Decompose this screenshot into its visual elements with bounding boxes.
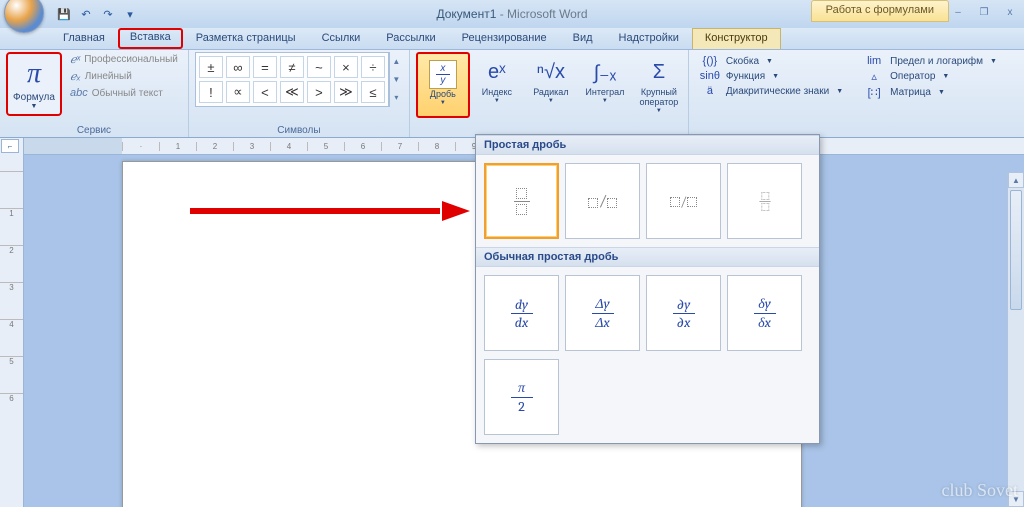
- formula-button[interactable]: π Формула ▼: [6, 52, 62, 116]
- professional-button[interactable]: ℯˣПрофессиональный: [66, 52, 182, 67]
- fraction-delta-y-x[interactable]: ΔyΔx: [565, 275, 640, 351]
- symbol-cell[interactable]: ÷: [361, 56, 385, 78]
- qat-more-icon[interactable]: ▾: [122, 6, 138, 22]
- scroll-up-icon[interactable]: ▲: [1008, 172, 1024, 188]
- vertical-ruler: ⌐ 123456: [0, 138, 24, 507]
- fraction-skewed[interactable]: ⁄: [565, 163, 640, 239]
- scrollbar-thumb[interactable]: [1010, 190, 1022, 310]
- fraction-dy-dx[interactable]: dydx: [484, 275, 559, 351]
- group-label-tools: Сервис: [0, 125, 188, 136]
- script-button[interactable]: eˣ Индекс ▼: [470, 52, 524, 118]
- tab-page-layout[interactable]: Разметка страницы: [183, 28, 309, 49]
- symbol-cell[interactable]: ±: [199, 56, 223, 78]
- annotation-arrow: [190, 205, 470, 217]
- accent-button[interactable]: äДиакритические знаки▼: [695, 84, 847, 98]
- vertical-scrollbar[interactable]: ▲ ▼: [1007, 172, 1024, 507]
- symbol-cell[interactable]: ∞: [226, 56, 250, 78]
- tab-view[interactable]: Вид: [560, 28, 606, 49]
- integral-button[interactable]: ∫₋ₓ Интеграл ▼: [578, 52, 632, 118]
- bracket-button[interactable]: {()}Скобка▼: [695, 54, 847, 68]
- large-operator-button[interactable]: Σ Крупный оператор ▼: [632, 52, 686, 118]
- symbol-cell[interactable]: ~: [307, 56, 331, 78]
- chevron-down-icon: ▼: [602, 98, 608, 104]
- structures: xy Дробь ▼ eˣ Индекс ▼ ⁿ√x Радикал ▼ ∫₋ₓ…: [416, 52, 686, 118]
- tab-review[interactable]: Рецензирование: [449, 28, 560, 49]
- symbol-cell[interactable]: =: [253, 56, 277, 78]
- chevron-down-icon: ▼: [656, 108, 662, 114]
- tools-list: ℯˣПрофессиональный ℯₓЛинейный abcОбычный…: [66, 52, 182, 100]
- ribbon-tabs: Главная Вставка Разметка страницы Ссылки…: [0, 28, 1024, 50]
- contextual-tab-title: Работа с формулами: [811, 0, 949, 22]
- tab-references[interactable]: Ссылки: [309, 28, 374, 49]
- symbol-cell[interactable]: ≤: [361, 81, 385, 103]
- fraction-linear[interactable]: /: [646, 163, 721, 239]
- pi-icon: π: [27, 58, 41, 90]
- radical-icon: ⁿ√x: [537, 56, 565, 88]
- ribbon: π Формула ▼ ℯˣПрофессиональный ℯₓЛинейны…: [0, 50, 1024, 138]
- linear-button[interactable]: ℯₓЛинейный: [66, 69, 182, 84]
- scroll-down-icon[interactable]: ▼: [1008, 491, 1024, 507]
- radical-button[interactable]: ⁿ√x Радикал ▼: [524, 52, 578, 118]
- script-icon: eˣ: [488, 56, 506, 88]
- matrix-button[interactable]: [∷]Матрица▼: [859, 85, 1001, 100]
- symbol-cell[interactable]: >: [307, 81, 331, 103]
- titlebar: 💾 ↶ ↷ ▾ Документ1 - Microsoft Word Работ…: [0, 0, 1024, 28]
- chevron-down-icon: ▼: [440, 100, 446, 106]
- tab-addins[interactable]: Надстройки: [606, 28, 692, 49]
- symbol-cell[interactable]: !: [199, 81, 223, 103]
- tab-design[interactable]: Конструктор: [692, 28, 781, 49]
- fraction-gallery: Простая дробь ⁄ / Обычная простая дробь …: [475, 134, 820, 444]
- symbols-scroll[interactable]: ▲▼▾: [389, 52, 403, 107]
- chevron-down-icon: ▼: [494, 98, 500, 104]
- close-button[interactable]: x: [1000, 4, 1020, 20]
- chevron-down-icon: ▼: [31, 103, 38, 110]
- fraction-stacked[interactable]: [484, 163, 559, 239]
- restore-button[interactable]: ❐: [974, 4, 994, 20]
- tab-insert[interactable]: Вставка: [118, 28, 183, 49]
- gallery-section-header: Обычная простая дробь: [476, 247, 819, 267]
- symbol-cell[interactable]: ≫: [334, 81, 358, 103]
- save-icon[interactable]: 💾: [56, 6, 72, 22]
- symbol-cell[interactable]: ×: [334, 56, 358, 78]
- minimize-button[interactable]: –: [948, 4, 968, 20]
- group-label-symbols: Символы: [189, 125, 409, 136]
- operator-button[interactable]: ▵Оператор▼: [859, 69, 1001, 84]
- undo-icon[interactable]: ↶: [78, 6, 94, 22]
- symbol-cell[interactable]: ∝: [226, 81, 250, 103]
- quick-access-toolbar: 💾 ↶ ↷ ▾: [56, 6, 138, 22]
- symbol-cell[interactable]: <: [253, 81, 277, 103]
- tab-selector[interactable]: ⌐: [1, 139, 19, 153]
- symbol-cell[interactable]: ≠: [280, 56, 304, 78]
- integral-icon: ∫₋ₓ: [594, 56, 617, 88]
- normal-text-button[interactable]: abcОбычный текст: [66, 86, 182, 100]
- symbol-cell[interactable]: ≪: [280, 81, 304, 103]
- limit-log-button[interactable]: limПредел и логарифм▼: [859, 54, 1001, 68]
- tab-mailings[interactable]: Рассылки: [373, 28, 448, 49]
- window-controls: – ❐ x: [948, 4, 1020, 20]
- fraction-small[interactable]: [727, 163, 802, 239]
- gallery-section-header: Простая дробь: [476, 135, 819, 155]
- function-button[interactable]: sinθФункция▼: [695, 69, 847, 83]
- fraction-icon: xy: [429, 58, 457, 90]
- tab-home[interactable]: Главная: [50, 28, 118, 49]
- fraction-pi-2[interactable]: π2: [484, 359, 559, 435]
- fraction-button[interactable]: xy Дробь ▼: [416, 52, 470, 118]
- window-title: Документ1 - Microsoft Word: [436, 7, 587, 21]
- chevron-down-icon: ▼: [548, 98, 554, 104]
- sigma-icon: Σ: [653, 56, 665, 88]
- fraction-var-delta-y-x[interactable]: δyδx: [727, 275, 802, 351]
- symbols-grid: ± ∞ = ≠ ~ × ÷ ! ∝ < ≪ > ≫ ≤: [195, 52, 389, 107]
- fraction-partial-y-x[interactable]: ∂y∂x: [646, 275, 721, 351]
- redo-icon[interactable]: ↷: [100, 6, 116, 22]
